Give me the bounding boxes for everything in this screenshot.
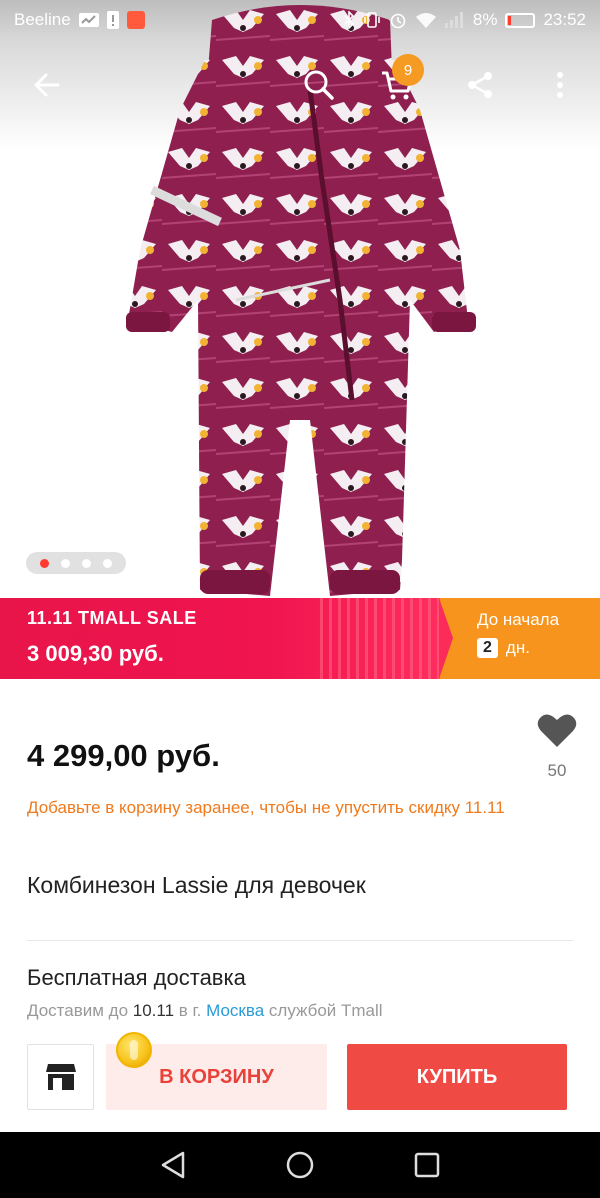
delivery-prefix: Доставим до (27, 1001, 129, 1020)
gallery-dot-4[interactable] (103, 558, 112, 568)
product-price: 4 299,00 руб. (27, 738, 220, 773)
product-title: Комбинезон Lassie для девочек (27, 872, 366, 898)
carrier-name: Beeline (14, 10, 71, 29)
store-icon (45, 1064, 76, 1090)
sale-banner-price-block: 11.11 TMALL SALE 3 009,30 руб. (0, 598, 440, 679)
favorite-block[interactable]: 50 (530, 712, 584, 781)
delivery-info[interactable]: Доставим до 10.11 в г. Москва службой Tm… (27, 1001, 383, 1021)
sale-price: 3 009,30 руб. (27, 641, 164, 666)
signal-graph-icon (78, 13, 99, 27)
search-button[interactable] (294, 60, 344, 110)
gallery-dot-3[interactable] (82, 558, 91, 568)
top-action-bar: 9 (0, 52, 600, 118)
delivery-city-link[interactable]: Москва (206, 1001, 264, 1020)
clock: 23:52 (543, 10, 586, 29)
countdown-label: До начала (477, 610, 560, 629)
delivery-title[interactable]: Бесплатная доставка (27, 965, 246, 991)
sale-title: 11.11 TMALL SALE (27, 608, 197, 628)
nav-home-button[interactable] (270, 1140, 330, 1190)
promo-note: Добавьте в корзину заранее, чтобы не упу… (27, 798, 505, 817)
battery-icon (505, 12, 536, 28)
status-left: Beeline (14, 10, 145, 30)
status-right: 8% 23:52 (343, 10, 586, 30)
share-icon (468, 72, 492, 98)
back-arrow-icon (34, 73, 60, 97)
status-bar: Beeline 8% 23:52 (0, 0, 600, 40)
store-button[interactable] (27, 1044, 94, 1110)
gallery-pagination (26, 552, 126, 574)
nav-back-icon (162, 1151, 185, 1179)
sale-countdown: До начала 2 дн. (439, 598, 600, 679)
nav-home-icon (286, 1151, 314, 1179)
cart-button[interactable]: 9 (372, 54, 424, 110)
product-page: Beeline 8% 23:52 9 11.11 TMALL SALE 3 00… (0, 0, 600, 1198)
cart-count-badge: 9 (392, 54, 424, 86)
sale-banner[interactable]: 11.11 TMALL SALE 3 009,30 руб. До начала… (0, 598, 600, 679)
sim-alert-icon (106, 11, 119, 29)
countdown-days: 2 (477, 638, 498, 658)
gallery-dot-2[interactable] (61, 558, 70, 568)
bluetooth-icon (343, 11, 355, 29)
nav-recents-button[interactable] (397, 1140, 457, 1190)
more-options-button[interactable] (535, 60, 585, 110)
aliexpress-app-icon (126, 11, 145, 29)
coin-icon (116, 1032, 152, 1068)
vibrate-icon (363, 11, 381, 29)
section-divider (27, 940, 573, 941)
buy-now-button[interactable]: КУПИТЬ (347, 1044, 567, 1110)
more-vert-icon (557, 72, 563, 98)
delivery-suffix: службой Tmall (268, 1001, 383, 1020)
battery-percent: 8% (472, 10, 498, 29)
delivery-city-prefix: в г. (178, 1001, 202, 1020)
cell-signal-icon (444, 12, 465, 28)
system-nav-bar (0, 1132, 600, 1198)
countdown-row: 2 дн. (477, 638, 600, 658)
favorites-count: 50 (547, 761, 567, 780)
alarm-icon (389, 11, 407, 29)
search-icon (304, 70, 334, 100)
share-button[interactable] (455, 60, 505, 110)
countdown-unit: дн. (505, 638, 530, 657)
back-button[interactable] (22, 60, 72, 110)
wifi-icon (415, 12, 437, 28)
heart-icon[interactable] (537, 712, 577, 748)
delivery-date: 10.11 (132, 1001, 175, 1020)
gallery-dot-1[interactable] (40, 558, 49, 568)
nav-recents-icon (414, 1152, 439, 1178)
nav-back-button[interactable] (143, 1140, 203, 1190)
bottom-action-bar: В КОРЗИНУ КУПИТЬ (0, 1030, 600, 1130)
